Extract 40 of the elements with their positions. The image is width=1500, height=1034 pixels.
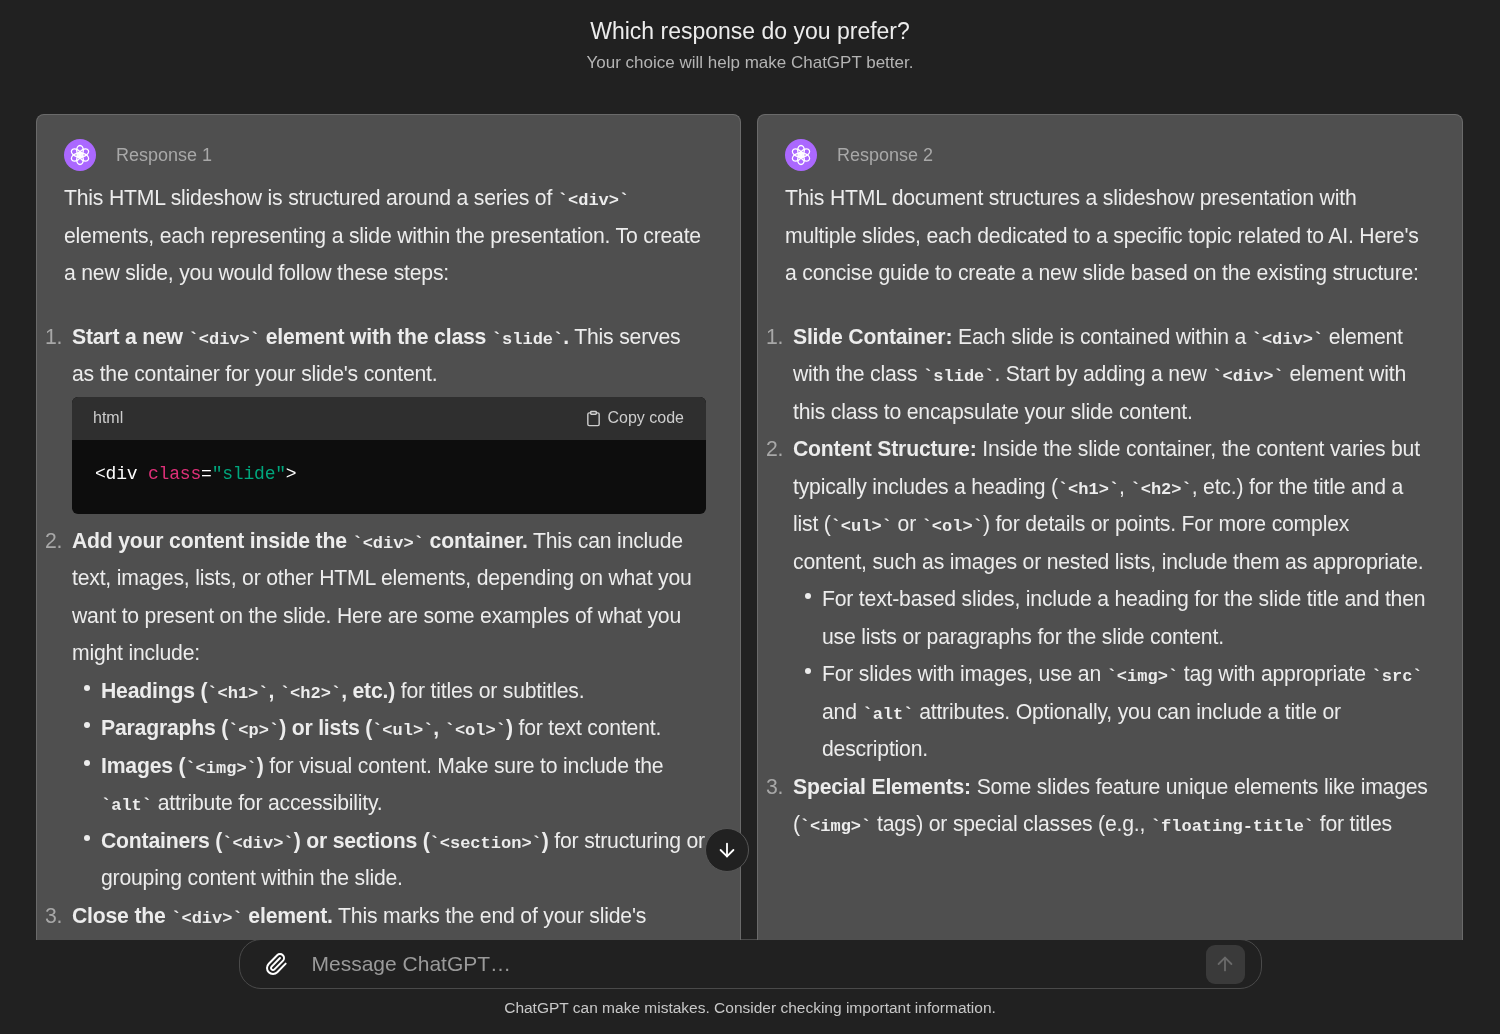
bullet-text: Images (`<img>`) for visual content. Make sure to include the `alt` attribute for accessibility.: [101, 752, 665, 817]
intro-paragraph: This HTML document structures a slideshow presentation with multiple slides, each dedicated to a specific topic related to AI. Here's a concise guide to create a new slide based on the existing structure:: [785, 185, 1420, 287]
bullet-dot: [805, 668, 811, 674]
bullet-dot: [805, 593, 811, 599]
page-subtitle: Your choice will help make ChatGPT better.: [586, 53, 914, 73]
code-language: html: [93, 408, 124, 429]
step-text: Start a new `<div>` element with the class `slide`. This serves as the container for your slide's content.: [72, 323, 682, 388]
step-text: Content Structure: Inside the slide container, the content varies but typically includes a heading (`<h1>`, `<h2>`, etc.) for the title and a list (`<ul>` or `<ol>`) for details or points. For more complex content, such as images or nested lists, include them as appropriate.: [793, 436, 1425, 576]
bullet-dot: [84, 759, 90, 766]
step-text: Special Elements: Some slides feature unique elements like images (`<img>` tags) or special classes (e.g., `floating-title` for titles: [793, 773, 1428, 838]
bullet-text: Paragraphs (`<p>`) or lists (`<ul>`, `<ol>`) for text content.: [101, 715, 663, 742]
clipboard-icon: [584, 409, 602, 427]
copy-code-button[interactable]: Copy code: [584, 399, 684, 437]
step-text: Close the `<div>` element. This marks the end of your slide's: [72, 902, 648, 930]
intro-paragraph: This HTML slideshow is structured around a series of `<div>` elements, each representing a slide within the presentation. To create a new slide, you would follow these steps:: [64, 185, 702, 287]
list-number: 1.: [45, 323, 64, 350]
list-number: 2.: [766, 436, 785, 462]
bullet-dot: [84, 722, 90, 728]
bullet-dot: [84, 834, 90, 841]
message-composer[interactable]: Message ChatGPT…: [238, 939, 1262, 989]
bullet-dot: [84, 684, 90, 691]
code-line: <div class="slide">: [94, 462, 298, 486]
bullet-text: Containers (`<div>`) or sections (`<section>`) for structuring or grouping content within the slide.: [101, 827, 706, 892]
response-panel[interactable]: [36, 114, 741, 940]
step-text: Slide Container: Each slide is contained within a `<div>` element with the class `slide`. Start by adding a new `<div>` element with this class to encapsulate your slide content.: [793, 323, 1407, 426]
message-input[interactable]: Message ChatGPT…: [309, 951, 1184, 977]
disclaimer-text: ChatGPT can make mistakes. Consider checking important information.: [504, 999, 996, 1017]
response-panel[interactable]: [757, 114, 1463, 940]
list-number: 3.: [45, 902, 64, 929]
page-title: Which response do you prefer?: [590, 18, 910, 45]
step-text: Add your content inside the `<div>` container. This can include text, images, lists, or other HTML elements, depending on what you want to present on the slide. Here are some examples of what you might include:: [72, 527, 693, 667]
paperclip-icon[interactable]: [263, 952, 288, 976]
bullet-text: For slides with images, use an `<img>` tag with appropriate `src` and `alt` attributes. Optionally, you can include a title or description.: [822, 661, 1424, 763]
list-number: 2.: [45, 527, 64, 554]
list-number: 3.: [766, 773, 785, 800]
response-label: Response 1: [116, 144, 213, 166]
bullet-text: For text-based slides, include a heading for the slide title and then use lists or paragraphs for the slide content.: [822, 586, 1427, 651]
response-label: Response 2: [837, 144, 934, 166]
list-number: 1.: [766, 323, 785, 350]
bullet-text: Headings (`<h1>`, `<h2>`, etc.) for titles or subtitles.: [101, 677, 586, 705]
